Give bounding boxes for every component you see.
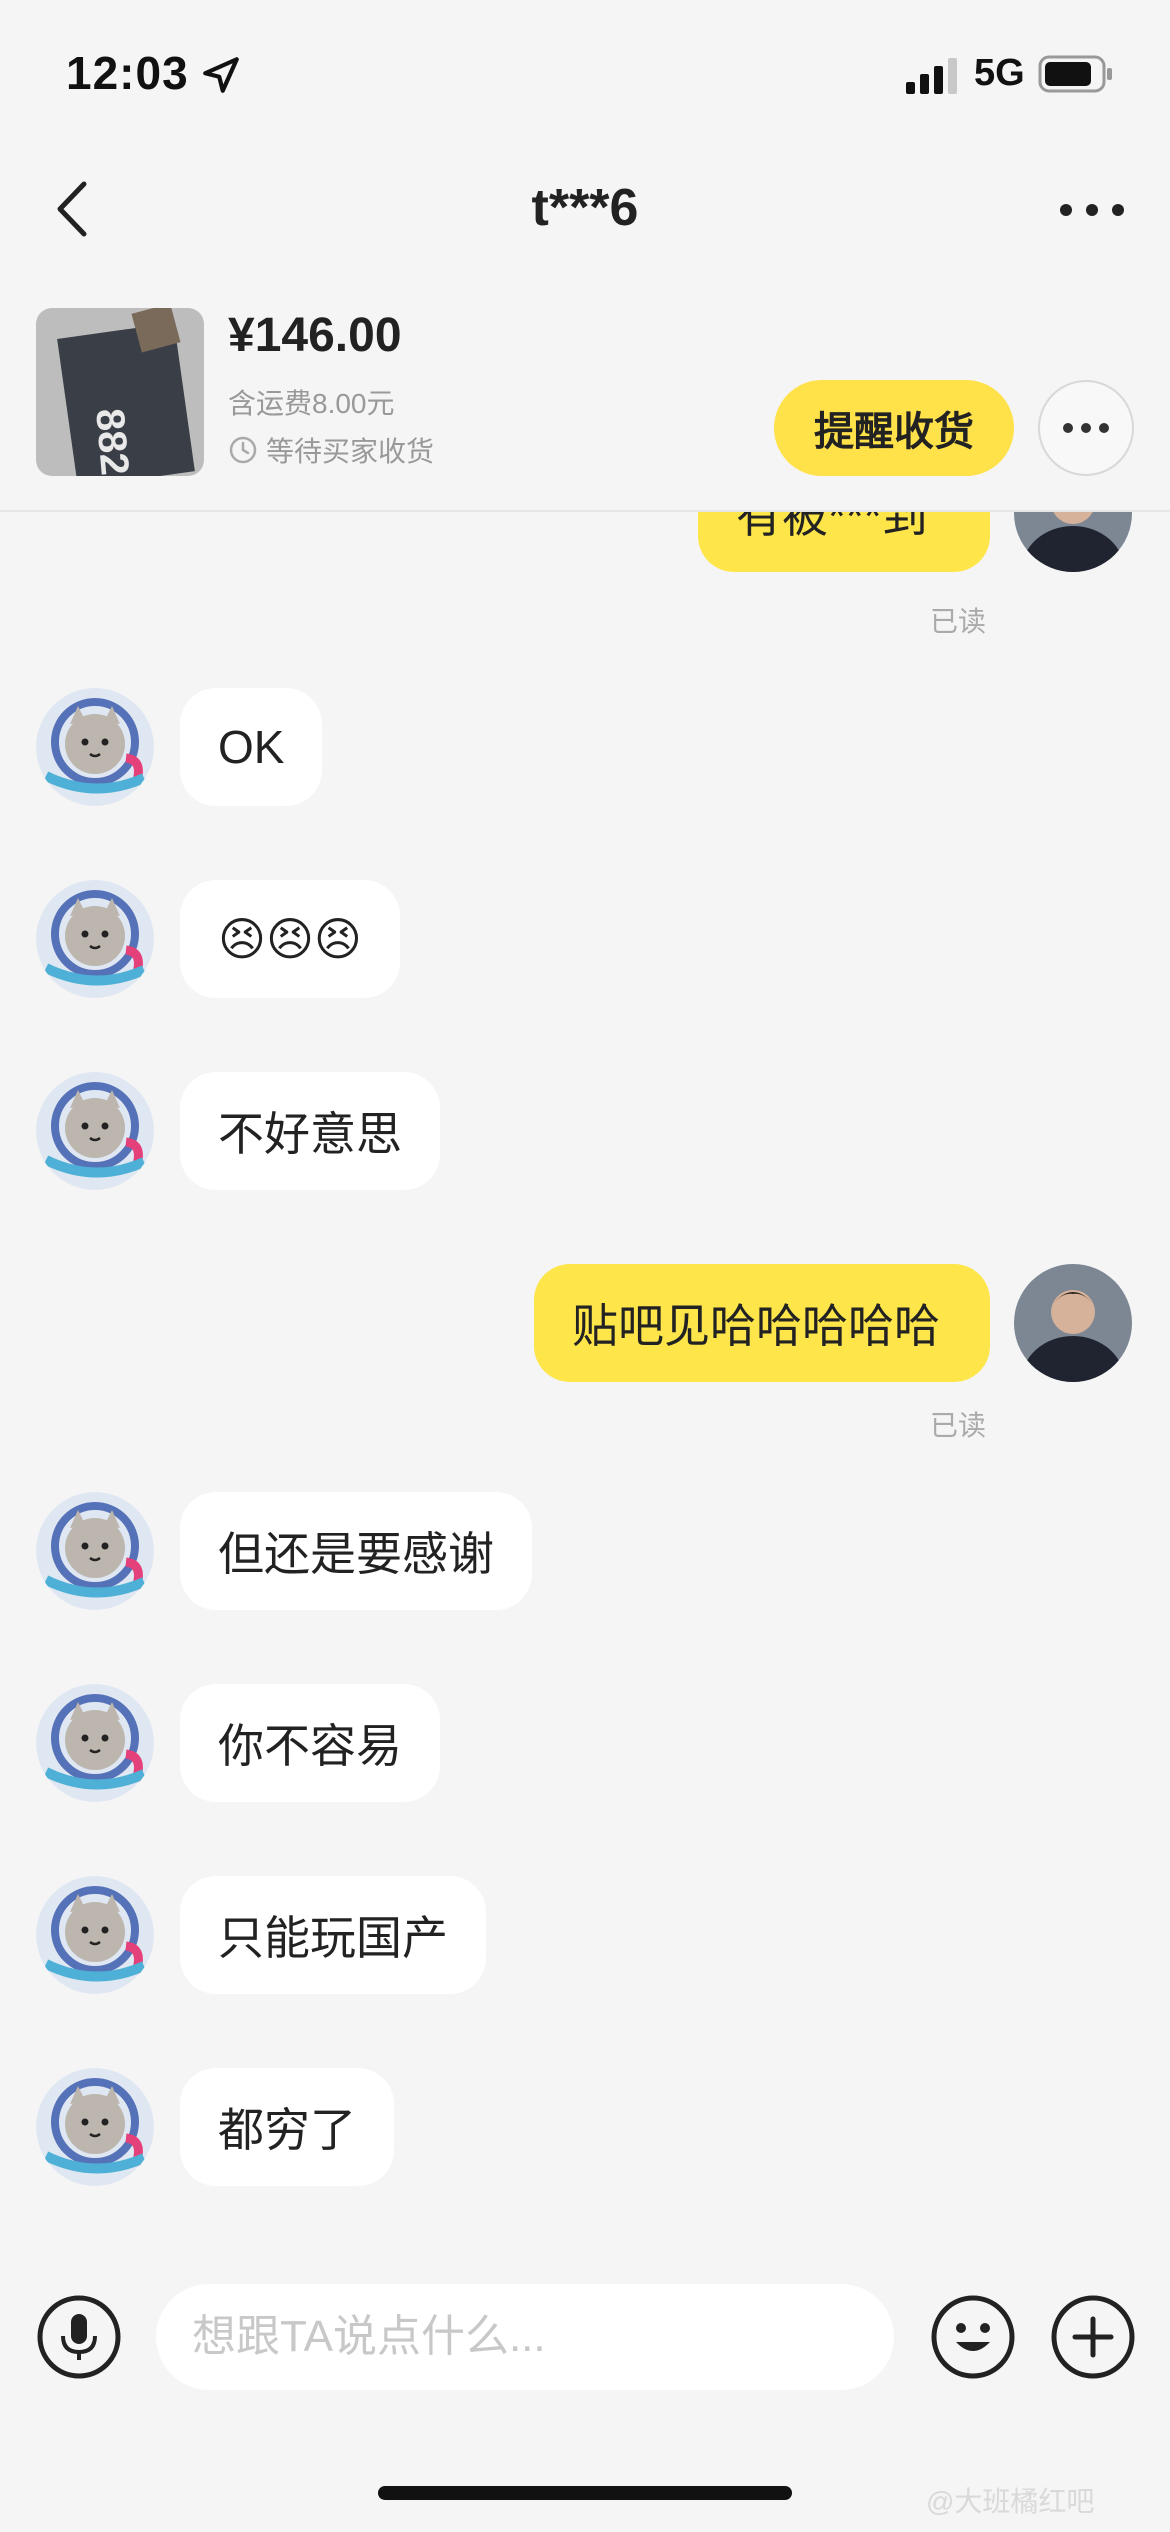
message-bubble-in[interactable]: 但还是要感谢 (180, 1492, 532, 1610)
message-bubble-in[interactable]: 只能玩国产 (180, 1876, 486, 1994)
battery-icon (1038, 55, 1112, 93)
buyer-avatar[interactable] (36, 1072, 154, 1190)
message-bubble-in[interactable]: 😣😣😣 (180, 880, 400, 998)
order-card[interactable]: 8822 ¥146.00 含运费8.00元 等待买家收货 提醒收货 (0, 290, 1170, 512)
product-box-label: 8822 (87, 407, 139, 476)
message-bubble-in[interactable]: OK (180, 688, 323, 806)
input-bar (0, 2266, 1170, 2406)
buyer-avatar[interactable] (36, 1492, 154, 1610)
shipping-fee: 含运费8.00元 (228, 388, 395, 419)
status-time: 12:03 (66, 47, 189, 99)
buyer-avatar[interactable] (36, 1684, 154, 1802)
order-price: ¥146.00 (228, 309, 402, 362)
order-status-text: 等待买家收货 (266, 436, 435, 467)
remind-receipt-button[interactable]: 提醒收货 (774, 380, 1014, 476)
message-bubble-in[interactable]: 你不容易 (180, 1684, 440, 1802)
read-receipt: 已读 (930, 606, 987, 637)
nav-bar: t***6 (0, 150, 1170, 270)
home-indicator[interactable] (378, 2486, 792, 2500)
buyer-avatar[interactable] (36, 1876, 154, 1994)
location-arrow-icon (203, 57, 239, 93)
more-dots-icon (1063, 423, 1109, 433)
my-avatar[interactable] (1014, 1264, 1132, 1382)
order-status: 等待买家收货 (228, 430, 434, 470)
signal-icon (906, 58, 957, 94)
product-thumbnail[interactable]: 8822 (36, 308, 204, 476)
message-bubble-out[interactable]: 贴吧见哈哈哈哈哈 (534, 1264, 990, 1382)
buyer-avatar[interactable] (36, 880, 154, 998)
add-attachment-icon[interactable] (1050, 2294, 1136, 2380)
read-receipt: 已读 (930, 1410, 987, 1441)
buyer-avatar[interactable] (36, 2068, 154, 2186)
page-title: t***6 (531, 179, 639, 237)
order-more-button[interactable] (1038, 380, 1134, 476)
message-bubble-in[interactable]: 不好意思 (180, 1072, 440, 1190)
emoji-icon[interactable] (930, 2294, 1016, 2380)
message-input[interactable] (156, 2284, 894, 2390)
microphone-icon[interactable] (36, 2294, 122, 2380)
buyer-avatar[interactable] (36, 688, 154, 806)
network-type: 5G (974, 52, 1025, 94)
watermark: @大班橘红吧 (926, 2486, 1095, 2517)
clock-icon (229, 436, 257, 464)
my-avatar[interactable] (1014, 512, 1132, 572)
message-bubble-in[interactable]: 都穷了 (180, 2068, 394, 2186)
status-bar: 12:03 5G (0, 0, 1170, 150)
chat-messages[interactable]: 有被***到 已读 OK 😣😣😣 不好意思 贴吧见哈哈哈哈哈 已读 但还是要感谢… (0, 512, 1170, 2232)
message-bubble-out[interactable]: 有被***到 (698, 512, 990, 572)
more-options-icon[interactable] (1050, 180, 1134, 240)
